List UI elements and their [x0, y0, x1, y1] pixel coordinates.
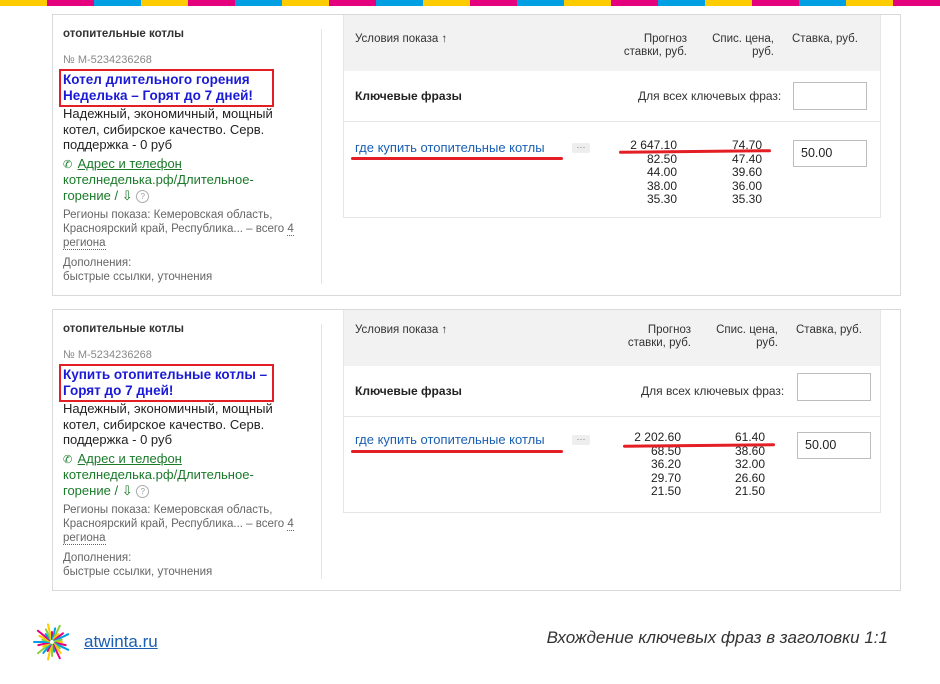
- regions-label: Регионы показа: Кемеровская область, Кра…: [63, 209, 285, 235]
- ad-regions: Регионы показа: Кемеровская область, Кра…: [63, 503, 303, 545]
- price-values: 61.40 38.60 32.00 26.60 21.50: [707, 430, 765, 499]
- ad-display-url[interactable]: котелнеделька.рф/Длительное-горение / ⇩ …: [63, 467, 278, 498]
- slash-text: /: [114, 482, 119, 498]
- ad-panel-2: отопительные котлы № М-5234236268 Купить…: [52, 309, 901, 591]
- col-price-header: Спис. цена, руб.: [716, 324, 778, 349]
- bids-table: Условия показа ↑ Прогноз ставки, руб. Сп…: [343, 310, 881, 513]
- highlight-underline: [351, 450, 563, 453]
- top-color-stripe: [0, 0, 940, 6]
- keywords-label: Ключевые фразы: [355, 89, 462, 103]
- bids-table: Условия показа ↑ Прогноз ставки, руб. Сп…: [343, 15, 881, 218]
- ad-id: № М-5234236268: [63, 54, 152, 66]
- slide-caption: Вхождение ключевых фраз в заголовки 1:1: [546, 628, 888, 647]
- table-header: Условия показа ↑ Прогноз ставки, руб. Сп…: [344, 15, 880, 71]
- extras-label: Дополнения:: [63, 257, 132, 269]
- display-url-text: котелнеделька.рф/Длительное-горение: [63, 467, 254, 498]
- ad-category: отопительные котлы: [63, 323, 184, 335]
- highlight-underline: [351, 157, 563, 160]
- ad-extras: Дополнения: быстрые ссылки, уточнения: [63, 551, 303, 579]
- brand-link[interactable]: atwinta.ru: [84, 632, 158, 652]
- bid-input[interactable]: 50.00: [793, 140, 867, 167]
- address-phone-label: Адрес и телефон: [77, 156, 182, 171]
- col-bid-header: Ставка, руб.: [792, 33, 858, 45]
- download-icon: ⇩: [121, 482, 133, 498]
- forecast-value: 29.70: [650, 470, 681, 485]
- col-forecast-header: Прогноз ставки, руб.: [627, 324, 691, 349]
- all-keywords-label: Для всех ключевых фраз:: [641, 384, 785, 398]
- ad-panel-1: отопительные котлы № М-5234236268 Котел …: [52, 14, 901, 296]
- display-url-text: котелнеделька.рф/Длительное-горение: [63, 172, 254, 203]
- address-phone-label: Адрес и телефон: [77, 451, 182, 466]
- more-options-icon[interactable]: ···: [572, 435, 590, 445]
- regions-label: Регионы показа: Кемеровская область, Кра…: [63, 504, 285, 530]
- col-bid-header: Ставка, руб.: [796, 324, 862, 336]
- phone-icon: ✆: [63, 159, 73, 171]
- forecast-value: 21.50: [650, 484, 681, 498]
- forecast-value: 36.20: [650, 457, 681, 471]
- forecast-value: 38.00: [646, 178, 677, 193]
- forecast-value: 2 202.60: [634, 430, 681, 444]
- col-conditions-label: Условия показа: [355, 324, 439, 336]
- forecast-value: 82.50: [646, 151, 677, 166]
- col-forecast-header: Прогноз ставки, руб.: [623, 33, 687, 58]
- phone-icon: ✆: [63, 454, 73, 466]
- price-value: 36.00: [731, 178, 762, 193]
- price-value: 47.40: [731, 151, 762, 166]
- ad-display-url[interactable]: котелнеделька.рф/Длительное-горение / ⇩ …: [63, 172, 278, 203]
- extras-value: быстрые ссылки, уточнения: [63, 566, 213, 578]
- ad-regions: Регионы показа: Кемеровская область, Кра…: [63, 208, 303, 250]
- price-value: 26.60: [734, 470, 765, 485]
- all-keywords-label: Для всех ключевых фраз:: [638, 89, 782, 103]
- keywords-label: Ключевые фразы: [355, 384, 462, 398]
- sort-arrow-icon: ↑: [441, 33, 448, 45]
- sort-arrow-icon: ↑: [441, 324, 448, 336]
- address-phone-link[interactable]: ✆ Адрес и телефон: [63, 156, 182, 173]
- price-value: 21.50: [734, 484, 765, 498]
- ad-id: № М-5234236268: [63, 349, 152, 361]
- keywords-row: Ключевые фразы Для всех ключевых фраз:: [344, 71, 880, 122]
- address-phone-link[interactable]: ✆ Адрес и телефон: [63, 451, 182, 468]
- column-divider: [321, 29, 322, 284]
- ad-description: Надежный, экономичный, мощный котел, сиб…: [63, 401, 273, 447]
- table-header: Условия показа ↑ Прогноз ставки, руб. Сп…: [344, 310, 880, 366]
- keyword-phrase-link[interactable]: где купить отопительные котлы: [355, 140, 545, 155]
- col-conditions-header[interactable]: Условия показа ↑: [355, 324, 447, 337]
- col-conditions-header[interactable]: Условия показа ↑: [355, 33, 447, 46]
- bid-input[interactable]: 50.00: [797, 432, 871, 459]
- col-price-header: Спис. цена, руб.: [712, 33, 774, 58]
- price-value: 32.00: [734, 457, 765, 471]
- ad-category: отопительные котлы: [63, 28, 184, 40]
- help-icon[interactable]: ?: [136, 189, 150, 203]
- download-icon: ⇩: [121, 187, 133, 203]
- extras-label: Дополнения:: [63, 552, 132, 564]
- help-icon[interactable]: ?: [136, 484, 150, 498]
- sunburst-logo-icon: [33, 623, 70, 661]
- ad-title-link[interactable]: Купить отопительные котлы – Горят до 7 д…: [59, 364, 274, 402]
- ad-title-link[interactable]: Котел длительного горения Неделька – Гор…: [59, 69, 274, 107]
- all-keywords-bid-input[interactable]: [793, 82, 867, 110]
- forecast-value: 44.00: [646, 165, 677, 179]
- slash-text: /: [114, 187, 119, 203]
- keyword-phrase-link[interactable]: где купить отопительные котлы: [355, 432, 545, 447]
- more-options-icon[interactable]: ···: [572, 143, 590, 153]
- all-keywords-bid-input[interactable]: [797, 373, 871, 401]
- price-value: 39.60: [731, 165, 762, 179]
- extras-value: быстрые ссылки, уточнения: [63, 271, 213, 283]
- forecast-values: 2 647.10 82.50 44.00 38.00 35.30: [607, 138, 677, 207]
- ad-extras: Дополнения: быстрые ссылки, уточнения: [63, 256, 303, 284]
- price-value: 35.30: [731, 192, 762, 206]
- keywords-row: Ключевые фразы Для всех ключевых фраз:: [344, 366, 880, 417]
- brand-logo[interactable]: atwinta.ru: [30, 621, 158, 663]
- forecast-values: 2 202.60 68.50 36.20 29.70 21.50: [611, 430, 681, 499]
- column-divider: [321, 324, 322, 579]
- col-conditions-label: Условия показа: [355, 33, 439, 45]
- ad-description: Надежный, экономичный, мощный котел, сиб…: [63, 106, 273, 152]
- forecast-value: 35.30: [646, 192, 677, 206]
